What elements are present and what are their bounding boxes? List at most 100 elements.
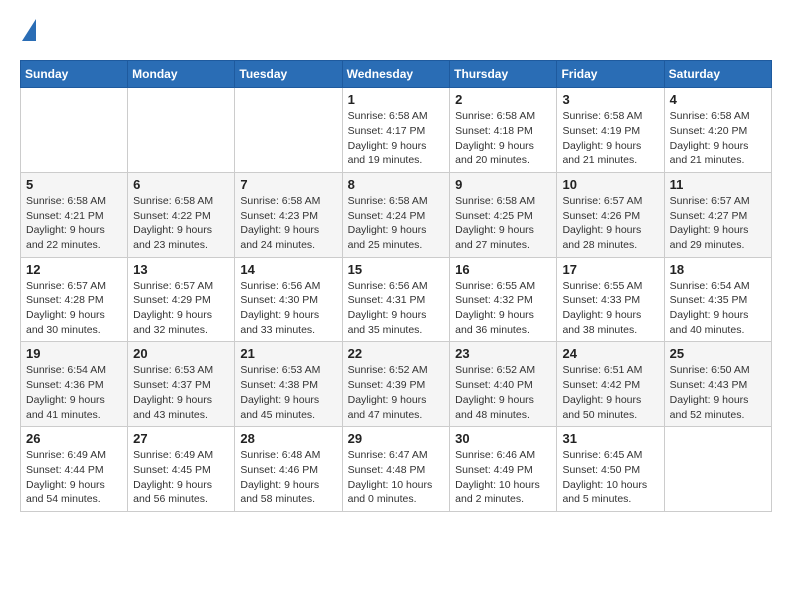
calendar-week-row: 12 Sunrise: 6:57 AMSunset: 4:28 PMDayligh… [21,257,772,342]
calendar-cell: 24 Sunrise: 6:51 AMSunset: 4:42 PMDayligh… [557,342,664,427]
calendar-cell: 28 Sunrise: 6:48 AMSunset: 4:46 PMDayligh… [235,427,342,512]
calendar-cell: 22 Sunrise: 6:52 AMSunset: 4:39 PMDayligh… [342,342,450,427]
day-number: 2 [455,92,551,107]
day-number: 31 [562,431,658,446]
logo [20,20,36,44]
calendar-cell: 31 Sunrise: 6:45 AMSunset: 4:50 PMDayligh… [557,427,664,512]
day-number: 13 [133,262,229,277]
calendar-cell: 9 Sunrise: 6:58 AMSunset: 4:25 PMDaylight… [450,172,557,257]
day-info: Sunrise: 6:53 AMSunset: 4:38 PMDaylight:… [240,363,336,422]
weekday-header-tuesday: Tuesday [235,61,342,88]
day-number: 27 [133,431,229,446]
calendar-cell: 11 Sunrise: 6:57 AMSunset: 4:27 PMDayligh… [664,172,771,257]
calendar-cell [128,88,235,173]
day-number: 15 [348,262,445,277]
page-header [20,20,772,44]
day-number: 21 [240,346,336,361]
day-info: Sunrise: 6:56 AMSunset: 4:30 PMDaylight:… [240,279,336,338]
day-number: 8 [348,177,445,192]
day-info: Sunrise: 6:47 AMSunset: 4:48 PMDaylight:… [348,448,445,507]
calendar-cell: 21 Sunrise: 6:53 AMSunset: 4:38 PMDayligh… [235,342,342,427]
day-number: 16 [455,262,551,277]
day-number: 25 [670,346,766,361]
day-number: 24 [562,346,658,361]
calendar-cell: 29 Sunrise: 6:47 AMSunset: 4:48 PMDayligh… [342,427,450,512]
day-info: Sunrise: 6:58 AMSunset: 4:20 PMDaylight:… [670,109,766,168]
day-number: 1 [348,92,445,107]
day-number: 17 [562,262,658,277]
day-number: 5 [26,177,122,192]
calendar-cell: 15 Sunrise: 6:56 AMSunset: 4:31 PMDayligh… [342,257,450,342]
calendar-cell: 26 Sunrise: 6:49 AMSunset: 4:44 PMDayligh… [21,427,128,512]
day-number: 11 [670,177,766,192]
calendar-cell: 27 Sunrise: 6:49 AMSunset: 4:45 PMDayligh… [128,427,235,512]
calendar-cell: 20 Sunrise: 6:53 AMSunset: 4:37 PMDayligh… [128,342,235,427]
calendar-cell: 8 Sunrise: 6:58 AMSunset: 4:24 PMDaylight… [342,172,450,257]
calendar-cell: 6 Sunrise: 6:58 AMSunset: 4:22 PMDaylight… [128,172,235,257]
calendar-cell: 7 Sunrise: 6:58 AMSunset: 4:23 PMDaylight… [235,172,342,257]
day-info: Sunrise: 6:58 AMSunset: 4:22 PMDaylight:… [133,194,229,253]
day-number: 20 [133,346,229,361]
calendar-cell: 5Sunrise: 6:58 AMSunset: 4:21 PMDaylight… [21,172,128,257]
calendar-week-row: 5Sunrise: 6:58 AMSunset: 4:21 PMDaylight… [21,172,772,257]
day-info: Sunrise: 6:49 AMSunset: 4:44 PMDaylight:… [26,448,122,507]
calendar-cell: 13 Sunrise: 6:57 AMSunset: 4:29 PMDayligh… [128,257,235,342]
calendar-cell [21,88,128,173]
day-info: Sunrise: 6:58 AMSunset: 4:24 PMDaylight:… [348,194,445,253]
day-number: 7 [240,177,336,192]
calendar-cell: 19Sunrise: 6:54 AMSunset: 4:36 PMDayligh… [21,342,128,427]
day-number: 3 [562,92,658,107]
day-number: 26 [26,431,122,446]
day-number: 4 [670,92,766,107]
day-number: 23 [455,346,551,361]
day-info: Sunrise: 6:55 AMSunset: 4:33 PMDaylight:… [562,279,658,338]
weekday-header-row: SundayMondayTuesdayWednesdayThursdayFrid… [21,61,772,88]
day-info: Sunrise: 6:58 AMSunset: 4:25 PMDaylight:… [455,194,551,253]
day-number: 29 [348,431,445,446]
day-info: Sunrise: 6:55 AMSunset: 4:32 PMDaylight:… [455,279,551,338]
weekday-header-thursday: Thursday [450,61,557,88]
logo-triangle-icon [22,19,36,41]
day-info: Sunrise: 6:45 AMSunset: 4:50 PMDaylight:… [562,448,658,507]
day-info: Sunrise: 6:52 AMSunset: 4:39 PMDaylight:… [348,363,445,422]
day-info: Sunrise: 6:46 AMSunset: 4:49 PMDaylight:… [455,448,551,507]
calendar-cell: 18Sunrise: 6:54 AMSunset: 4:35 PMDayligh… [664,257,771,342]
day-info: Sunrise: 6:56 AMSunset: 4:31 PMDaylight:… [348,279,445,338]
day-info: Sunrise: 6:51 AMSunset: 4:42 PMDaylight:… [562,363,658,422]
calendar-cell: 2 Sunrise: 6:58 AMSunset: 4:18 PMDaylight… [450,88,557,173]
day-number: 12 [26,262,122,277]
day-number: 6 [133,177,229,192]
day-info: Sunrise: 6:57 AMSunset: 4:27 PMDaylight:… [670,194,766,253]
calendar-cell: 23 Sunrise: 6:52 AMSunset: 4:40 PMDayligh… [450,342,557,427]
calendar-cell: 30 Sunrise: 6:46 AMSunset: 4:49 PMDayligh… [450,427,557,512]
day-number: 9 [455,177,551,192]
calendar-cell [235,88,342,173]
day-info: Sunrise: 6:52 AMSunset: 4:40 PMDaylight:… [455,363,551,422]
day-number: 30 [455,431,551,446]
day-number: 28 [240,431,336,446]
calendar-cell: 16 Sunrise: 6:55 AMSunset: 4:32 PMDayligh… [450,257,557,342]
day-number: 22 [348,346,445,361]
weekday-header-saturday: Saturday [664,61,771,88]
day-info: Sunrise: 6:48 AMSunset: 4:46 PMDaylight:… [240,448,336,507]
calendar-week-row: 1 Sunrise: 6:58 AMSunset: 4:17 PMDaylight… [21,88,772,173]
weekday-header-monday: Monday [128,61,235,88]
calendar-cell [664,427,771,512]
day-info: Sunrise: 6:57 AMSunset: 4:26 PMDaylight:… [562,194,658,253]
day-info: Sunrise: 6:49 AMSunset: 4:45 PMDaylight:… [133,448,229,507]
day-info: Sunrise: 6:58 AMSunset: 4:23 PMDaylight:… [240,194,336,253]
day-info: Sunrise: 6:53 AMSunset: 4:37 PMDaylight:… [133,363,229,422]
day-number: 14 [240,262,336,277]
day-info: Sunrise: 6:57 AMSunset: 4:28 PMDaylight:… [26,279,122,338]
calendar-cell: 25Sunrise: 6:50 AMSunset: 4:43 PMDayligh… [664,342,771,427]
day-info: Sunrise: 6:54 AMSunset: 4:36 PMDaylight:… [26,363,122,422]
day-info: Sunrise: 6:58 AMSunset: 4:18 PMDaylight:… [455,109,551,168]
day-info: Sunrise: 6:57 AMSunset: 4:29 PMDaylight:… [133,279,229,338]
calendar-week-row: 26 Sunrise: 6:49 AMSunset: 4:44 PMDayligh… [21,427,772,512]
calendar-cell: 10Sunrise: 6:57 AMSunset: 4:26 PMDayligh… [557,172,664,257]
weekday-header-wednesday: Wednesday [342,61,450,88]
weekday-header-friday: Friday [557,61,664,88]
day-info: Sunrise: 6:58 AMSunset: 4:17 PMDaylight:… [348,109,445,168]
calendar-week-row: 19Sunrise: 6:54 AMSunset: 4:36 PMDayligh… [21,342,772,427]
calendar-cell: 17 Sunrise: 6:55 AMSunset: 4:33 PMDayligh… [557,257,664,342]
